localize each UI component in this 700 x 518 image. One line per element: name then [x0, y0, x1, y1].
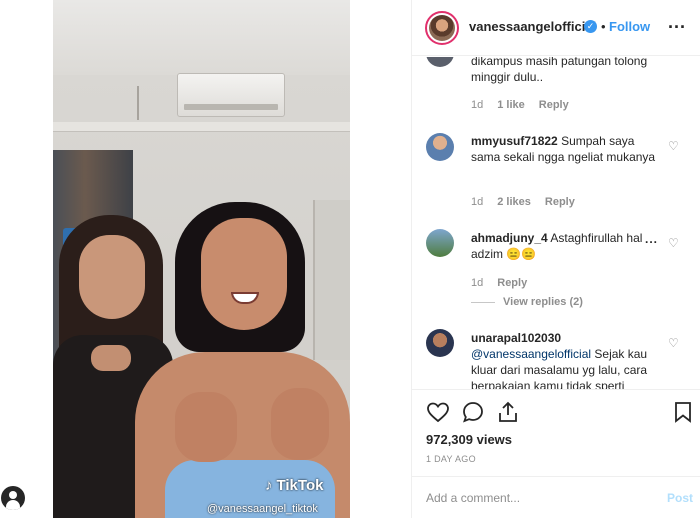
tiktok-label: TikTok: [276, 477, 324, 494]
person-foreground-hand-right: [271, 388, 329, 460]
video-ceiling: [53, 0, 350, 75]
comment-username[interactable]: mmyusuf71822: [471, 134, 558, 148]
comment-likes[interactable]: 2 likes: [497, 196, 531, 208]
comment-more-options-icon[interactable]: ...: [645, 232, 658, 246]
post-timestamp[interactable]: 1 DAY AGO: [426, 454, 476, 464]
view-replies-label: View replies (2): [503, 296, 583, 308]
comment-username[interactable]: ahmadjuny_4: [471, 231, 548, 245]
comment-like-heart-icon[interactable]: ♡: [668, 236, 679, 250]
view-replies-line: [471, 301, 495, 303]
view-replies-button[interactable]: View replies (2): [471, 296, 583, 308]
comment-likes[interactable]: 1 like: [497, 99, 525, 111]
tiktok-user-watermark: @vanessaangel_tiktok: [207, 503, 318, 515]
comment-avatar[interactable]: [426, 57, 454, 67]
comment-reply-button[interactable]: Reply: [539, 99, 569, 111]
comment-time[interactable]: 1d: [471, 277, 483, 289]
instagram-post-page: ♪ TikTok @vanessaangel_tiktok vanessaang…: [0, 0, 700, 518]
author-avatar[interactable]: [425, 11, 459, 45]
comment-avatar[interactable]: [426, 133, 454, 161]
person-foreground-hand-left: [175, 392, 237, 462]
author-avatar-image: [429, 15, 455, 41]
post-video[interactable]: ♪ TikTok @vanessaangel_tiktok: [53, 0, 350, 518]
like-heart-icon[interactable]: [426, 400, 450, 424]
post-actions: 972,309 views 1 DAY AGO: [412, 389, 700, 469]
tiktok-watermark: ♪ TikTok: [265, 477, 323, 494]
pipe: [137, 86, 139, 120]
comment-text: mmyusuf71822 Sumpah saya sama sekali ngg…: [471, 133, 657, 165]
comment-reply-button[interactable]: Reply: [497, 277, 527, 289]
comment-meta: 1d 1 like Reply: [471, 99, 569, 111]
author-username[interactable]: vanessaangelofficial: [469, 19, 596, 34]
verified-badge-icon: ✓: [584, 20, 597, 33]
comment-text: ahmadjuny_4 Astaghfirullah hal adzim 😑😑: [471, 230, 657, 262]
views-count[interactable]: 972,309 views: [426, 432, 512, 447]
post-header: vanessaangelofficial ✓ • Follow ...: [412, 0, 700, 56]
avatar-head: [9, 491, 17, 499]
comment-avatar[interactable]: [426, 229, 454, 257]
air-conditioner: [177, 73, 285, 117]
follow-button[interactable]: Follow: [609, 19, 650, 34]
video-ledge: [53, 122, 350, 132]
comment-text: unarapal102030 @vanessaangelofficial Sej…: [471, 330, 657, 389]
comments-list[interactable]: dikampus masih patungan tolong minggir d…: [412, 57, 700, 389]
person-foreground-face: [201, 218, 287, 330]
comment-text: dikampus masih patungan tolong minggir d…: [471, 57, 648, 84]
add-comment-bar: Add a comment... Post: [412, 476, 700, 518]
comment-time[interactable]: 1d: [471, 99, 483, 111]
comment-mention[interactable]: @vanessaangelofficial: [471, 347, 591, 361]
bookmark-icon[interactable]: [671, 400, 695, 424]
share-icon[interactable]: [496, 400, 520, 424]
post-comment-button[interactable]: Post: [667, 491, 693, 505]
avatar-body: [6, 500, 20, 510]
profile-avatar-icon[interactable]: [1, 486, 25, 510]
comment-time[interactable]: 1d: [471, 196, 483, 208]
comment-like-heart-icon[interactable]: ♡: [668, 139, 679, 153]
more-options-icon[interactable]: ...: [668, 12, 686, 33]
comment-like-heart-icon[interactable]: ♡: [668, 336, 679, 350]
separator-dot: •: [601, 19, 606, 34]
comment-bubble-icon[interactable]: [461, 400, 485, 424]
comment-meta: 1d Reply: [471, 277, 527, 289]
air-conditioner-vent: [184, 104, 278, 110]
comment-avatar[interactable]: [426, 329, 454, 357]
add-comment-input[interactable]: Add a comment...: [426, 491, 520, 505]
comment-meta: 1d 2 likes Reply: [471, 196, 575, 208]
person-background-hand: [91, 345, 131, 371]
person-foreground: [135, 202, 350, 518]
tiktok-icon: ♪: [265, 477, 273, 494]
comment-reply-button[interactable]: Reply: [545, 196, 575, 208]
post-side-panel: vanessaangelofficial ✓ • Follow ... dika…: [411, 0, 700, 518]
comment-username[interactable]: unarapal102030: [471, 331, 561, 345]
